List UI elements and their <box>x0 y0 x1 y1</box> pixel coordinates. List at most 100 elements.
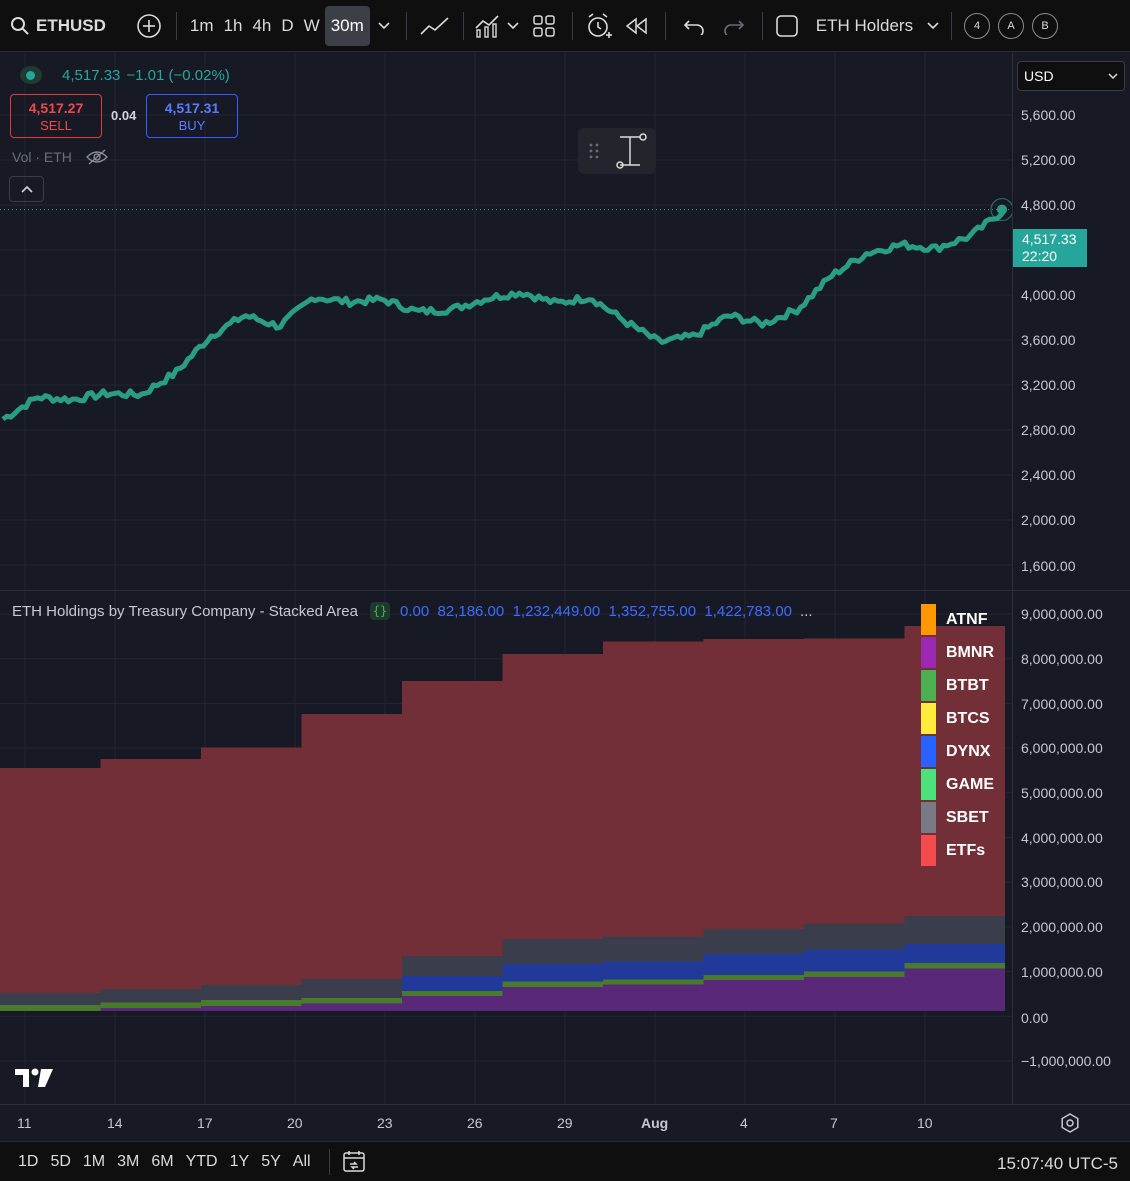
settings-icon[interactable] <box>1060 1113 1080 1133</box>
price-axis[interactable]: USD 5,600.00 5,200.00 4,800.00 4,000.00 … <box>1012 53 1130 1104</box>
timeframe-w[interactable]: W <box>299 6 325 46</box>
sell-button[interactable]: 4,517.27 SELL <box>10 94 102 138</box>
undo-icon <box>683 19 704 35</box>
sell-price: 4,517.27 <box>28 100 84 116</box>
floating-drawing-toolbar[interactable] <box>578 128 656 174</box>
legend-item-btcs: BTCS <box>921 702 994 735</box>
script-icon[interactable]: {} <box>369 602 390 620</box>
range-6m[interactable]: 6M <box>145 1153 179 1171</box>
timeframe-dropdown[interactable] <box>370 6 398 46</box>
price-range-icon[interactable] <box>616 133 648 169</box>
range-1d[interactable]: 1D <box>12 1153 44 1171</box>
chart-type-button[interactable] <box>415 6 455 46</box>
chart-canvas[interactable] <box>0 53 1012 1104</box>
plus-circle-icon <box>137 13 161 38</box>
chevron-down-icon <box>1108 72 1118 79</box>
holdings-tick: 8,000,000.00 <box>1021 651 1103 667</box>
range-all[interactable]: All <box>287 1153 317 1171</box>
price-tick: 2,000.00 <box>1021 512 1076 528</box>
compare-button[interactable] <box>136 6 162 46</box>
last-price-value: 4,517.33 <box>1022 231 1077 247</box>
indicators-icon <box>475 14 499 38</box>
toolbar-separator <box>761 11 763 40</box>
bar-countdown: 22:20 <box>1022 248 1058 264</box>
holdings-tick: 1,000,000.00 <box>1021 964 1103 980</box>
date-axis[interactable]: 11 14 17 20 23 26 29 Aug 4 7 10 <box>0 1104 1130 1140</box>
calendar-range-icon[interactable] <box>342 1150 368 1174</box>
range-ytd[interactable]: YTD <box>180 1153 224 1171</box>
chevron-down-icon <box>378 21 390 29</box>
buy-label: BUY <box>178 118 206 133</box>
timeframe-1m[interactable]: 1m <box>185 6 219 46</box>
layouts-button[interactable] <box>524 6 564 46</box>
clock[interactable]: 15:07:40 UTC-5 <box>997 1154 1118 1174</box>
volume-label: Vol · ETH <box>12 149 72 165</box>
price-tick: 3,200.00 <box>1021 377 1076 393</box>
line-chart-icon <box>420 16 449 35</box>
top-toolbar: ETHUSD 1m 1h 4h D W 30m ETH Holders 4 A … <box>0 0 1130 52</box>
date-tick: Aug <box>641 1115 669 1131</box>
pane-divider[interactable] <box>0 590 1130 591</box>
timeframe-30m[interactable]: 30m <box>324 5 370 46</box>
legend-label: ATNF <box>946 610 988 628</box>
currency-selector[interactable]: USD <box>1017 61 1125 91</box>
legend-change: −1.01 (−0.02%) <box>126 66 230 84</box>
range-1m[interactable]: 1M <box>77 1153 111 1171</box>
layout-name: ETH Holders <box>815 15 914 35</box>
range-3m[interactable]: 3M <box>111 1153 145 1171</box>
spread-value: 0.04 <box>111 108 137 123</box>
badge-4[interactable]: 4 <box>964 12 991 39</box>
badge-b[interactable]: B <box>1032 12 1059 39</box>
square-icon <box>775 14 798 37</box>
replay-button[interactable] <box>617 6 657 46</box>
indicator-more[interactable]: ... <box>800 603 813 620</box>
collapse-legend-button[interactable] <box>9 176 44 202</box>
timeframe-4h[interactable]: 4h <box>247 6 276 46</box>
legend-swatch <box>921 703 936 734</box>
legend-item-dynx: DYNX <box>921 735 994 768</box>
toolbar-separator <box>328 1148 330 1175</box>
date-tick: 14 <box>107 1115 123 1131</box>
eye-hidden-icon[interactable] <box>85 149 108 165</box>
range-1y[interactable]: 1Y <box>224 1153 256 1171</box>
layout-selector[interactable]: ETH Holders <box>771 6 943 46</box>
holdings-tick: 0.00 <box>1021 1010 1049 1026</box>
redo-button[interactable] <box>714 6 754 46</box>
indicators-dropdown[interactable] <box>502 6 524 46</box>
search-icon <box>11 16 29 35</box>
tradingview-logo[interactable] <box>15 1067 55 1089</box>
indicators-button[interactable] <box>472 6 502 46</box>
legend-price: 4,517.33 <box>62 66 121 84</box>
last-price-point <box>997 204 1007 215</box>
legend-label: SBET <box>946 808 989 826</box>
chevron-down-icon <box>507 21 519 29</box>
price-tick: 4,800.00 <box>1021 197 1076 213</box>
chart-area[interactable] <box>0 53 1012 1104</box>
holdings-tick: 7,000,000.00 <box>1021 696 1103 712</box>
price-tick: 3,600.00 <box>1021 332 1076 348</box>
timeframe-1h[interactable]: 1h <box>219 6 248 46</box>
range-5y[interactable]: 5Y <box>255 1153 287 1171</box>
alert-button[interactable] <box>581 6 617 46</box>
drag-handle-icon[interactable] <box>588 142 600 160</box>
holdings-tick: 2,000,000.00 <box>1021 919 1103 935</box>
symbol-search[interactable]: ETHUSD <box>0 6 106 46</box>
badge-a[interactable]: A <box>998 12 1025 39</box>
legend-label: DYNX <box>946 742 991 760</box>
price-line <box>1 208 1007 422</box>
holdings-tick: 5,000,000.00 <box>1021 785 1103 801</box>
range-5d[interactable]: 5D <box>44 1153 76 1171</box>
price-tick: 2,800.00 <box>1021 422 1076 438</box>
last-price-label: 4,517.33 22:20 <box>1013 229 1087 267</box>
series-legend: ATNF BMNR BTBT BTCS DYNX GAME SBET ETFs <box>921 603 994 867</box>
indicator-title: ETH Holdings by Treasury Company - Stack… <box>12 602 358 620</box>
chevron-down-icon <box>927 21 939 29</box>
undo-button[interactable] <box>674 6 714 46</box>
timeframe-d[interactable]: D <box>276 6 298 46</box>
buy-button[interactable]: 4,517.31 BUY <box>146 94 238 138</box>
date-tick: 26 <box>467 1115 483 1131</box>
market-status-icon <box>20 66 42 84</box>
holdings-tick: 3,000,000.00 <box>1021 874 1103 890</box>
legend-label: ETFs <box>946 841 986 859</box>
toolbar-separator <box>175 11 177 40</box>
